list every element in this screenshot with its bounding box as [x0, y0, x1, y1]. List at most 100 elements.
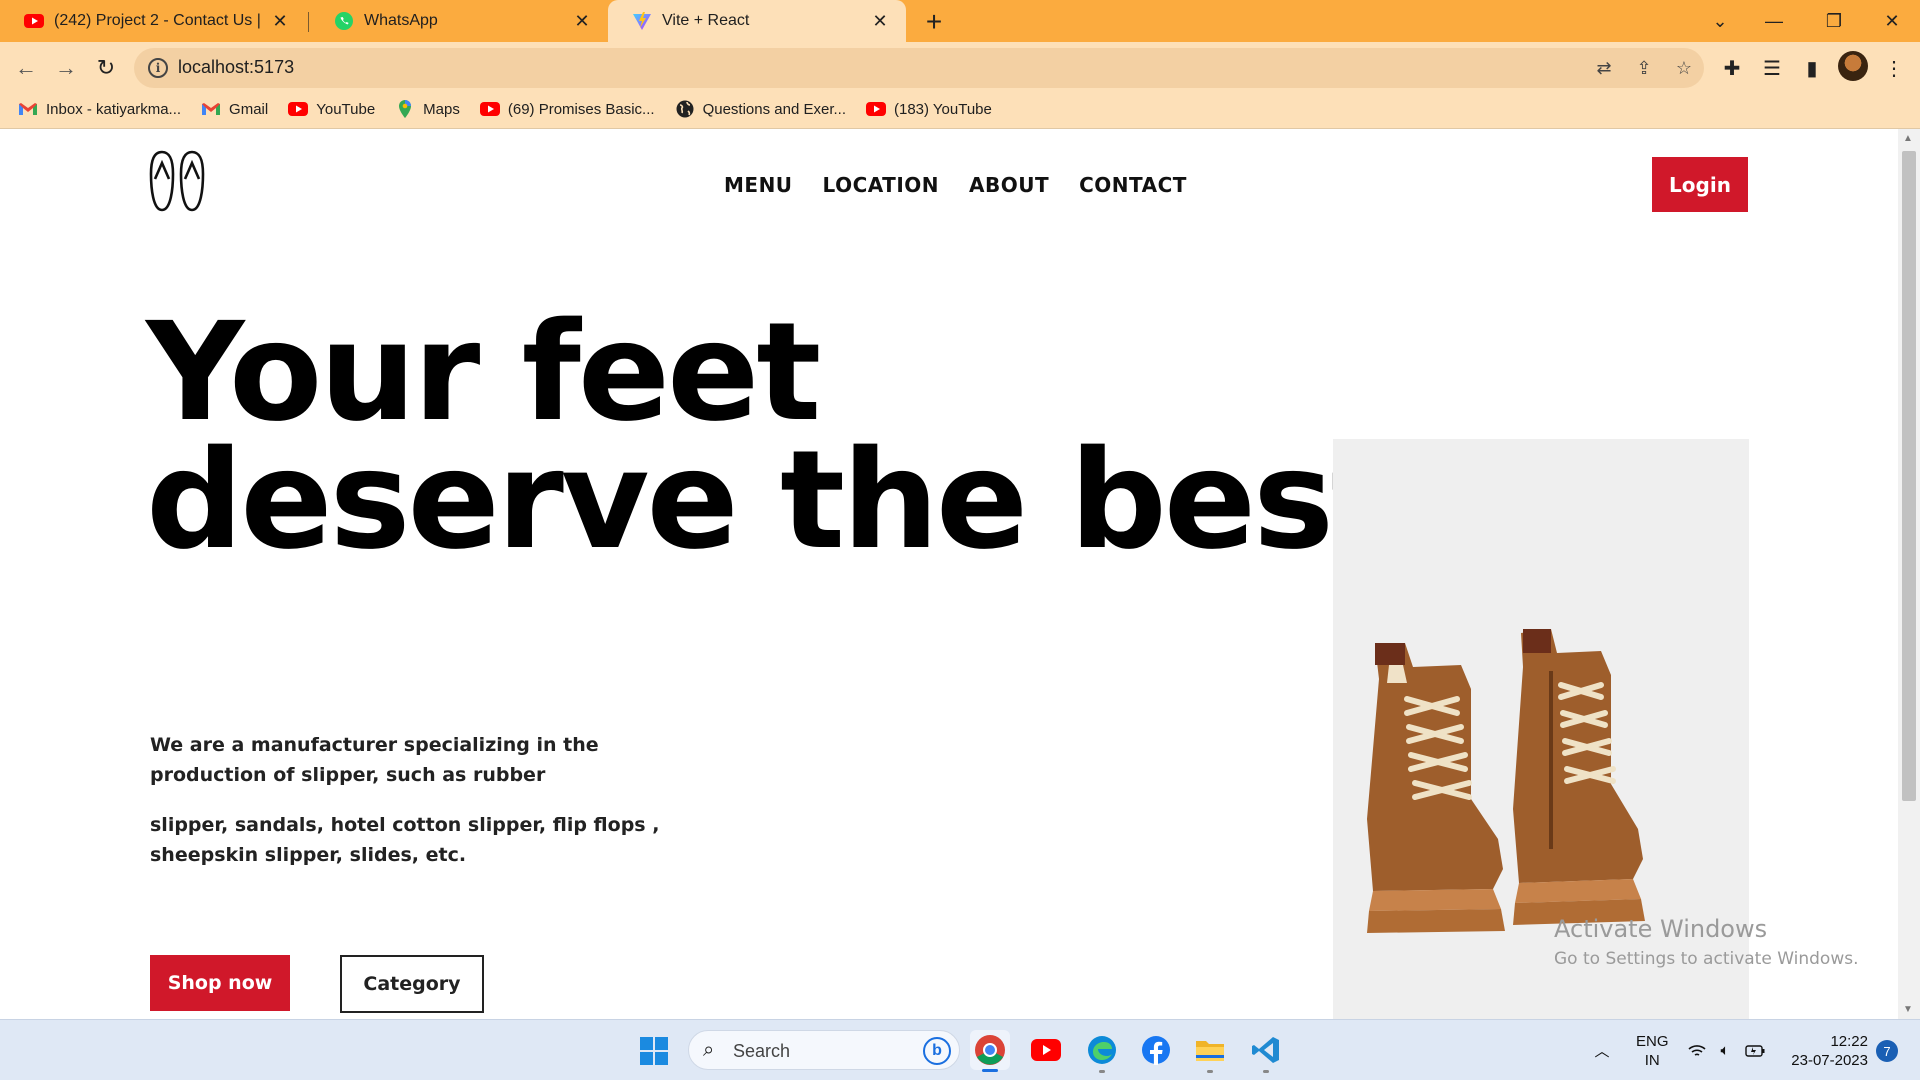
- login-button[interactable]: Login: [1652, 157, 1748, 212]
- scrollbar-thumb[interactable]: [1902, 151, 1916, 801]
- windows-start-icon[interactable]: [640, 1037, 668, 1065]
- bookmark-label: Gmail: [229, 100, 269, 118]
- close-window-icon[interactable]: ✕: [1868, 0, 1916, 42]
- menu-kebab-icon[interactable]: ⋮: [1878, 52, 1910, 84]
- activate-windows-watermark: Activate Windows Go to Settings to activ…: [1554, 915, 1859, 969]
- watermark-subtitle: Go to Settings to activate Windows.: [1554, 949, 1859, 969]
- chrome-icon: [975, 1035, 1005, 1065]
- globe-icon: [676, 100, 694, 118]
- new-tab-button[interactable]: +: [918, 6, 950, 38]
- back-icon[interactable]: ←: [8, 50, 44, 86]
- close-icon[interactable]: ✕: [868, 9, 892, 33]
- youtube-icon: [866, 102, 886, 116]
- lang-region: IN: [1644, 1052, 1660, 1069]
- hero-tagline-1: We are a manufacturer specializing in th…: [150, 730, 610, 790]
- address-bar[interactable]: i localhost:5173 ⇄ ⇪ ☆: [134, 48, 1704, 88]
- nav-contact[interactable]: CONTACT: [1079, 173, 1187, 197]
- tab-separator: [308, 12, 309, 32]
- bookmark-gmail[interactable]: Gmail: [201, 99, 268, 119]
- facebook-taskbar-icon[interactable]: [1136, 1030, 1176, 1070]
- bookmark-questions[interactable]: Questions and Exer...: [675, 99, 846, 119]
- search-icon: ⌕: [703, 1039, 715, 1061]
- extensions-icon[interactable]: ✚: [1716, 52, 1748, 84]
- close-icon[interactable]: ✕: [570, 9, 594, 33]
- bookmark-inbox[interactable]: Inbox - katiyarkma...: [18, 99, 181, 119]
- headline-line-1: Your feet: [146, 294, 821, 452]
- tab-whatsapp[interactable]: WhatsApp ✕: [310, 0, 608, 42]
- bookmark-youtube[interactable]: YouTube: [288, 99, 375, 119]
- running-indicator: [1263, 1070, 1269, 1073]
- chrome-taskbar-icon[interactable]: [970, 1030, 1010, 1072]
- restore-icon[interactable]: ❐: [1810, 0, 1858, 42]
- youtube-icon: [1031, 1039, 1061, 1061]
- profile-avatar[interactable]: [1838, 51, 1868, 81]
- reading-list-icon[interactable]: ☰: [1756, 52, 1788, 84]
- youtube-icon: [479, 102, 500, 116]
- facebook-icon: [1142, 1036, 1170, 1065]
- running-indicator: [1099, 1070, 1105, 1073]
- taskbar-search[interactable]: ⌕ Search b: [688, 1030, 960, 1070]
- tagline-text: We are a manufacturer specializing in th…: [150, 734, 599, 786]
- show-hidden-icons-icon[interactable]: ︿: [1590, 1020, 1614, 1080]
- clock-time: 12:22: [1830, 1033, 1868, 1050]
- site-nav: MENU LOCATION ABOUT CONTACT: [724, 173, 1187, 197]
- close-icon[interactable]: ✕: [268, 9, 292, 33]
- flip-flops-logo-icon[interactable]: [148, 149, 208, 213]
- system-clock[interactable]: 12:22 23-07-2023: [1784, 1032, 1868, 1070]
- share-icon[interactable]: ⇪: [1632, 56, 1656, 80]
- nav-about[interactable]: ABOUT: [969, 173, 1049, 197]
- hero-headline: Your feet deserve the best: [146, 294, 1396, 580]
- volume-icon[interactable]: 🔈︎: [1714, 1020, 1736, 1080]
- info-icon[interactable]: i: [148, 58, 168, 78]
- youtube-taskbar-icon[interactable]: [1026, 1030, 1066, 1070]
- notification-badge[interactable]: 7: [1876, 1040, 1898, 1062]
- edge-taskbar-icon[interactable]: [1082, 1030, 1122, 1073]
- gmail-icon: [19, 103, 37, 115]
- side-panel-icon[interactable]: ▮: [1796, 52, 1828, 84]
- minimize-icon[interactable]: —: [1750, 0, 1798, 42]
- url-text[interactable]: localhost:5173: [178, 57, 294, 78]
- nav-menu[interactable]: MENU: [724, 173, 793, 197]
- headline-line-2: deserve the best: [146, 422, 1396, 580]
- tab-title: Vite + React: [662, 12, 750, 29]
- lang-code: ENG: [1636, 1033, 1669, 1050]
- shop-now-button[interactable]: Shop now: [150, 955, 290, 1011]
- windows-taskbar: ⌕ Search b ︿ ENG IN 🔈︎ 12:22 23-07-2023 …: [0, 1019, 1920, 1080]
- language-indicator[interactable]: ENG IN: [1636, 1032, 1669, 1070]
- reload-icon[interactable]: ↻: [88, 50, 124, 86]
- running-indicator: [1207, 1070, 1213, 1073]
- whatsapp-icon: [335, 12, 353, 30]
- edge-icon: [1088, 1036, 1116, 1064]
- wifi-icon[interactable]: [1686, 1020, 1708, 1080]
- battery-icon[interactable]: [1744, 1020, 1766, 1080]
- tab-youtube-project[interactable]: (242) Project 2 - Contact Us | 10 Reas ✕: [0, 0, 306, 42]
- web-page: MENU LOCATION ABOUT CONTACT Login Your f…: [0, 129, 1898, 1019]
- bookmark-maps[interactable]: Maps: [395, 99, 460, 119]
- tab-vite-react[interactable]: Vite + React ✕: [608, 0, 906, 42]
- active-indicator: [982, 1069, 998, 1072]
- right-boot: [1513, 629, 1645, 925]
- bookmark-youtube-183[interactable]: (183) YouTube: [866, 99, 992, 119]
- translate-icon[interactable]: ⇄: [1592, 56, 1616, 80]
- gmail-icon: [202, 103, 221, 115]
- scroll-down-icon[interactable]: ▼: [1903, 1004, 1913, 1015]
- vscode-taskbar-icon[interactable]: [1246, 1030, 1286, 1073]
- hero-tagline-2: slipper, sandals, hotel cotton slipper, …: [150, 810, 660, 870]
- forward-icon[interactable]: →: [48, 50, 84, 86]
- bing-icon[interactable]: b: [923, 1037, 951, 1065]
- tab-search-icon[interactable]: ⌄: [1696, 0, 1744, 42]
- category-button[interactable]: Category: [340, 955, 484, 1013]
- scroll-up-icon[interactable]: ▲: [1903, 133, 1913, 144]
- file-explorer-taskbar-icon[interactable]: [1190, 1030, 1230, 1073]
- bookmark-star-icon[interactable]: ☆: [1672, 56, 1696, 80]
- bookmark-label: (183) YouTube: [894, 100, 992, 118]
- nav-location[interactable]: LOCATION: [823, 173, 939, 197]
- bookmark-label: Maps: [423, 100, 460, 118]
- watermark-title: Activate Windows: [1554, 915, 1768, 943]
- bookmark-label: (69) Promises Basic...: [507, 100, 655, 118]
- maps-icon: [399, 100, 412, 118]
- page-scrollbar[interactable]: ▲ ▼: [1898, 129, 1920, 1019]
- tab-title: WhatsApp: [364, 12, 438, 29]
- bookmarks-bar: Inbox - katiyarkma... Gmail YouTube Maps…: [0, 92, 992, 126]
- bookmark-promises[interactable]: (69) Promises Basic...: [479, 99, 655, 119]
